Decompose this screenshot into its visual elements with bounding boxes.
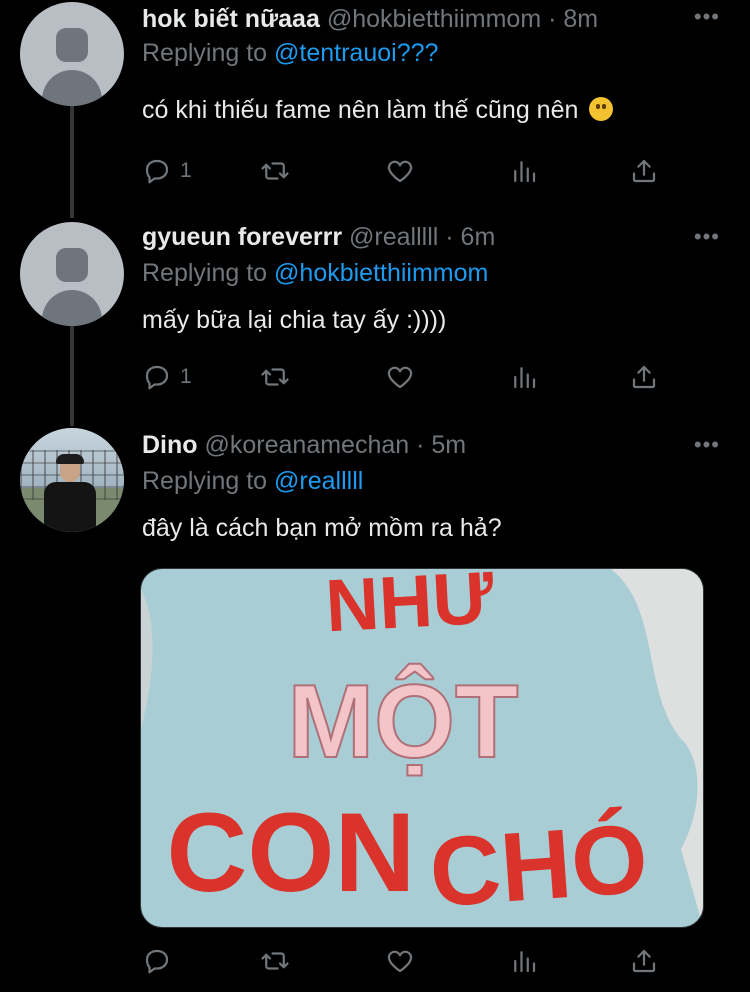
- avatar-photo-cap: [56, 454, 84, 464]
- reply-icon: [145, 949, 169, 974]
- share-icon: [632, 159, 656, 183]
- tweet-header: gyueun foreverrr @realllll · 6m: [142, 222, 495, 252]
- mention-link[interactable]: @tentrauoi???: [274, 39, 438, 67]
- analytics-button[interactable]: [509, 360, 539, 394]
- replying-prefix: Replying to: [142, 467, 268, 495]
- share-button[interactable]: [629, 154, 659, 188]
- reply-count: 1: [180, 365, 192, 388]
- default-avatar-head: [56, 28, 88, 62]
- reply-button[interactable]: 1: [142, 360, 192, 394]
- like-icon: [387, 160, 413, 183]
- mention-link[interactable]: @realllll: [274, 467, 363, 495]
- user-handle[interactable]: @realllll: [349, 223, 438, 251]
- separator-dot: ·: [548, 5, 557, 33]
- analytics-icon: [514, 367, 536, 389]
- retweet-icon: [261, 952, 289, 970]
- replying-prefix: Replying to: [142, 259, 268, 287]
- replying-prefix: Replying to: [142, 39, 268, 67]
- avatar-photo-person: [44, 482, 96, 532]
- tweet-text: đây là cách bạn mở mồm ra hả?: [142, 514, 502, 542]
- analytics-button[interactable]: [509, 154, 539, 188]
- like-button[interactable]: [385, 154, 415, 188]
- separator-dot: ·: [445, 223, 454, 251]
- like-icon: [387, 366, 413, 389]
- share-icon: [632, 949, 656, 973]
- tweet-text-content: có khi thiếu fame nên làm thế cũng nên: [142, 96, 579, 124]
- retweet-button[interactable]: [260, 154, 290, 188]
- reply-icon: [145, 365, 169, 390]
- replying-to: Replying to @realllll: [142, 466, 363, 496]
- timestamp[interactable]: 8m: [563, 5, 598, 33]
- tweet-header: Dino @koreanamechan · 5m: [142, 430, 466, 460]
- default-avatar-head: [56, 248, 88, 282]
- timestamp[interactable]: 5m: [431, 431, 466, 459]
- tweet-actions: 1: [142, 154, 702, 188]
- reply-button[interactable]: [142, 944, 180, 978]
- media-text-line1: NHƯ: [323, 569, 496, 647]
- share-button[interactable]: [629, 360, 659, 394]
- tweet-text: mấy bữa lại chia tay ấy :)))): [142, 306, 447, 334]
- more-options-icon[interactable]: •••: [694, 224, 720, 250]
- analytics-icon: [514, 161, 536, 183]
- retweet-icon: [261, 162, 289, 180]
- media-text-line3b: CHÓ: [426, 803, 651, 927]
- retweet-button[interactable]: [260, 360, 290, 394]
- display-name[interactable]: Dino: [142, 431, 198, 459]
- reply-button[interactable]: 1: [142, 154, 192, 188]
- user-handle[interactable]: @hokbietthiimmom: [327, 5, 541, 33]
- retweet-icon: [261, 368, 289, 386]
- reply-icon: [145, 159, 169, 184]
- tweet[interactable]: hok biết nữaaa @hokbietthiimmom · 8m •••…: [0, 0, 750, 218]
- share-button[interactable]: [629, 944, 659, 978]
- more-options-icon[interactable]: •••: [694, 432, 720, 458]
- replying-to: Replying to @tentrauoi???: [142, 38, 438, 68]
- avatar[interactable]: [20, 222, 124, 326]
- analytics-icon: [514, 951, 536, 973]
- mention-link[interactable]: @hokbietthiimmom: [274, 259, 488, 287]
- display-name[interactable]: gyueun foreverrr: [142, 223, 342, 251]
- default-avatar-body: [42, 290, 102, 326]
- display-name[interactable]: hok biết nữaaa: [142, 5, 320, 33]
- timestamp[interactable]: 6m: [461, 223, 496, 251]
- tweet-header: hok biết nữaaa @hokbietthiimmom · 8m: [142, 4, 598, 34]
- like-button[interactable]: [385, 944, 415, 978]
- share-icon: [632, 365, 656, 389]
- avatar[interactable]: [20, 428, 124, 532]
- tweet-text: có khi thiếu fame nên làm thế cũng nên: [142, 94, 614, 126]
- tweet-actions: 1: [142, 360, 702, 394]
- media-text-line3a: CON: [167, 790, 416, 915]
- separator-dot: ·: [416, 431, 425, 459]
- reply-count: 1: [180, 159, 192, 182]
- more-options-icon[interactable]: •••: [694, 4, 720, 30]
- tweet[interactable]: gyueun foreverrr @realllll · 6m ••• Repl…: [0, 220, 750, 424]
- tweet-media-image[interactable]: NHƯ MỘT CON CHÓ: [140, 568, 704, 928]
- default-avatar-body: [42, 70, 102, 106]
- like-icon: [387, 950, 413, 973]
- like-button[interactable]: [385, 360, 415, 394]
- retweet-button[interactable]: [260, 944, 290, 978]
- face-with-hand-over-mouth-icon: [589, 97, 614, 121]
- replying-to: Replying to @hokbietthiimmom: [142, 258, 488, 288]
- avatar[interactable]: [20, 2, 124, 106]
- media-image-canvas: NHƯ MỘT CON CHÓ: [141, 569, 703, 927]
- media-text-line2: MỘT: [287, 664, 518, 780]
- user-handle[interactable]: @koreanamechan: [205, 431, 410, 459]
- tweet-actions: [142, 944, 702, 978]
- analytics-button[interactable]: [509, 944, 539, 978]
